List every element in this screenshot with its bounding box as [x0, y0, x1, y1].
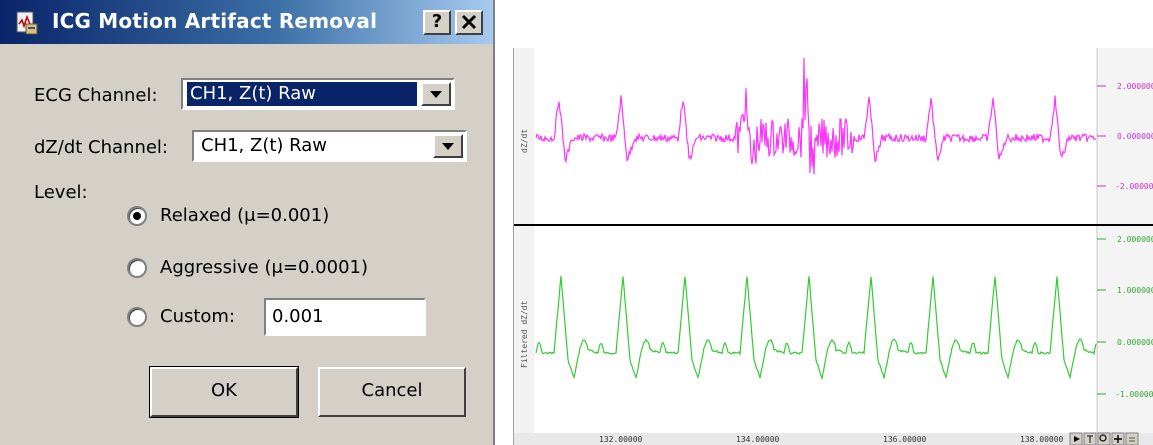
icg-motion-artifact-dialog: ICG Motion Artifact Removal ? ECG Channe…	[0, 0, 495, 445]
xtick-label: 132.00000	[599, 435, 643, 444]
relaxed-option-label[interactable]: Relaxed (μ=0.001)	[160, 205, 329, 226]
top-channel-label: dZ/dt	[520, 129, 529, 153]
dzdt-channel-select[interactable]: CH1, Z(t) Raw	[192, 130, 467, 162]
bottom-ytick-label: 1.000000	[1117, 286, 1153, 295]
ecg-channel-value: CH1, Z(t) Raw	[187, 82, 417, 106]
top-trace-dzdt	[535, 57, 1097, 175]
chevron-down-icon[interactable]	[433, 134, 463, 158]
dzdt-channel-value: CH1, Z(t) Raw	[201, 135, 328, 156]
bottom-channel-label: Filtered dZ/dt	[520, 300, 529, 368]
help-button[interactable]: ?	[423, 10, 451, 35]
left-gutter	[514, 48, 534, 445]
waveform-plot: dZ/dt Filtered dZ/dt 2.000000 0.000000 -…	[513, 48, 1153, 445]
cancel-button[interactable]: Cancel	[318, 367, 466, 417]
ecg-channel-select[interactable]: CH1, Z(t) Raw	[181, 78, 455, 110]
zoom-icon[interactable]	[1097, 432, 1111, 445]
xtick-label: 136.00000	[883, 435, 927, 444]
custom-mu-input[interactable]: 0.001	[264, 298, 426, 336]
dialog-title: ICG Motion Artifact Removal	[52, 9, 378, 33]
custom-option-label[interactable]: Custom:	[160, 306, 235, 327]
dialog-titlebar[interactable]: ICG Motion Artifact Removal ?	[0, 0, 493, 44]
radio-dot	[133, 212, 141, 220]
chevron-down-icon[interactable]	[421, 82, 451, 106]
plus-icon[interactable]	[1111, 432, 1125, 445]
scroll-icon[interactable]	[1125, 432, 1139, 445]
bottom-ytick-label: 2.000000	[1117, 235, 1153, 244]
close-button[interactable]	[455, 10, 483, 35]
radio-aggressive[interactable]	[127, 258, 147, 278]
level-label: Level:	[34, 182, 88, 203]
close-icon	[461, 14, 477, 30]
ok-button[interactable]: OK	[149, 366, 299, 418]
radio-custom[interactable]	[127, 307, 147, 327]
waveform-svg: dZ/dt Filtered dZ/dt 2.000000 0.000000 -…	[514, 48, 1153, 445]
bottom-ytick-label: 0.000000	[1117, 338, 1153, 347]
ecg-channel-label: ECG Channel:	[34, 85, 158, 106]
play-icon[interactable]	[1069, 432, 1083, 445]
bottom-ytick-label: -1.000000	[1115, 390, 1153, 399]
xtick-label: 138.00000	[1020, 435, 1064, 444]
xtick-label: 134.00000	[736, 435, 780, 444]
top-ytick-label: -2.000000	[1115, 182, 1153, 191]
bottom-trace-filtered	[535, 275, 1097, 381]
text-icon[interactable]	[1083, 432, 1097, 445]
aggressive-option-label[interactable]: Aggressive (μ=0.0001)	[160, 257, 368, 278]
right-scale-area	[1097, 48, 1153, 445]
dzdt-channel-label: dZ/dt Channel:	[34, 137, 168, 158]
top-ytick-label: 2.000000	[1117, 82, 1153, 91]
app-icon	[16, 11, 38, 35]
radio-relaxed[interactable]	[127, 206, 147, 226]
top-ytick-label: 0.000000	[1117, 132, 1153, 141]
